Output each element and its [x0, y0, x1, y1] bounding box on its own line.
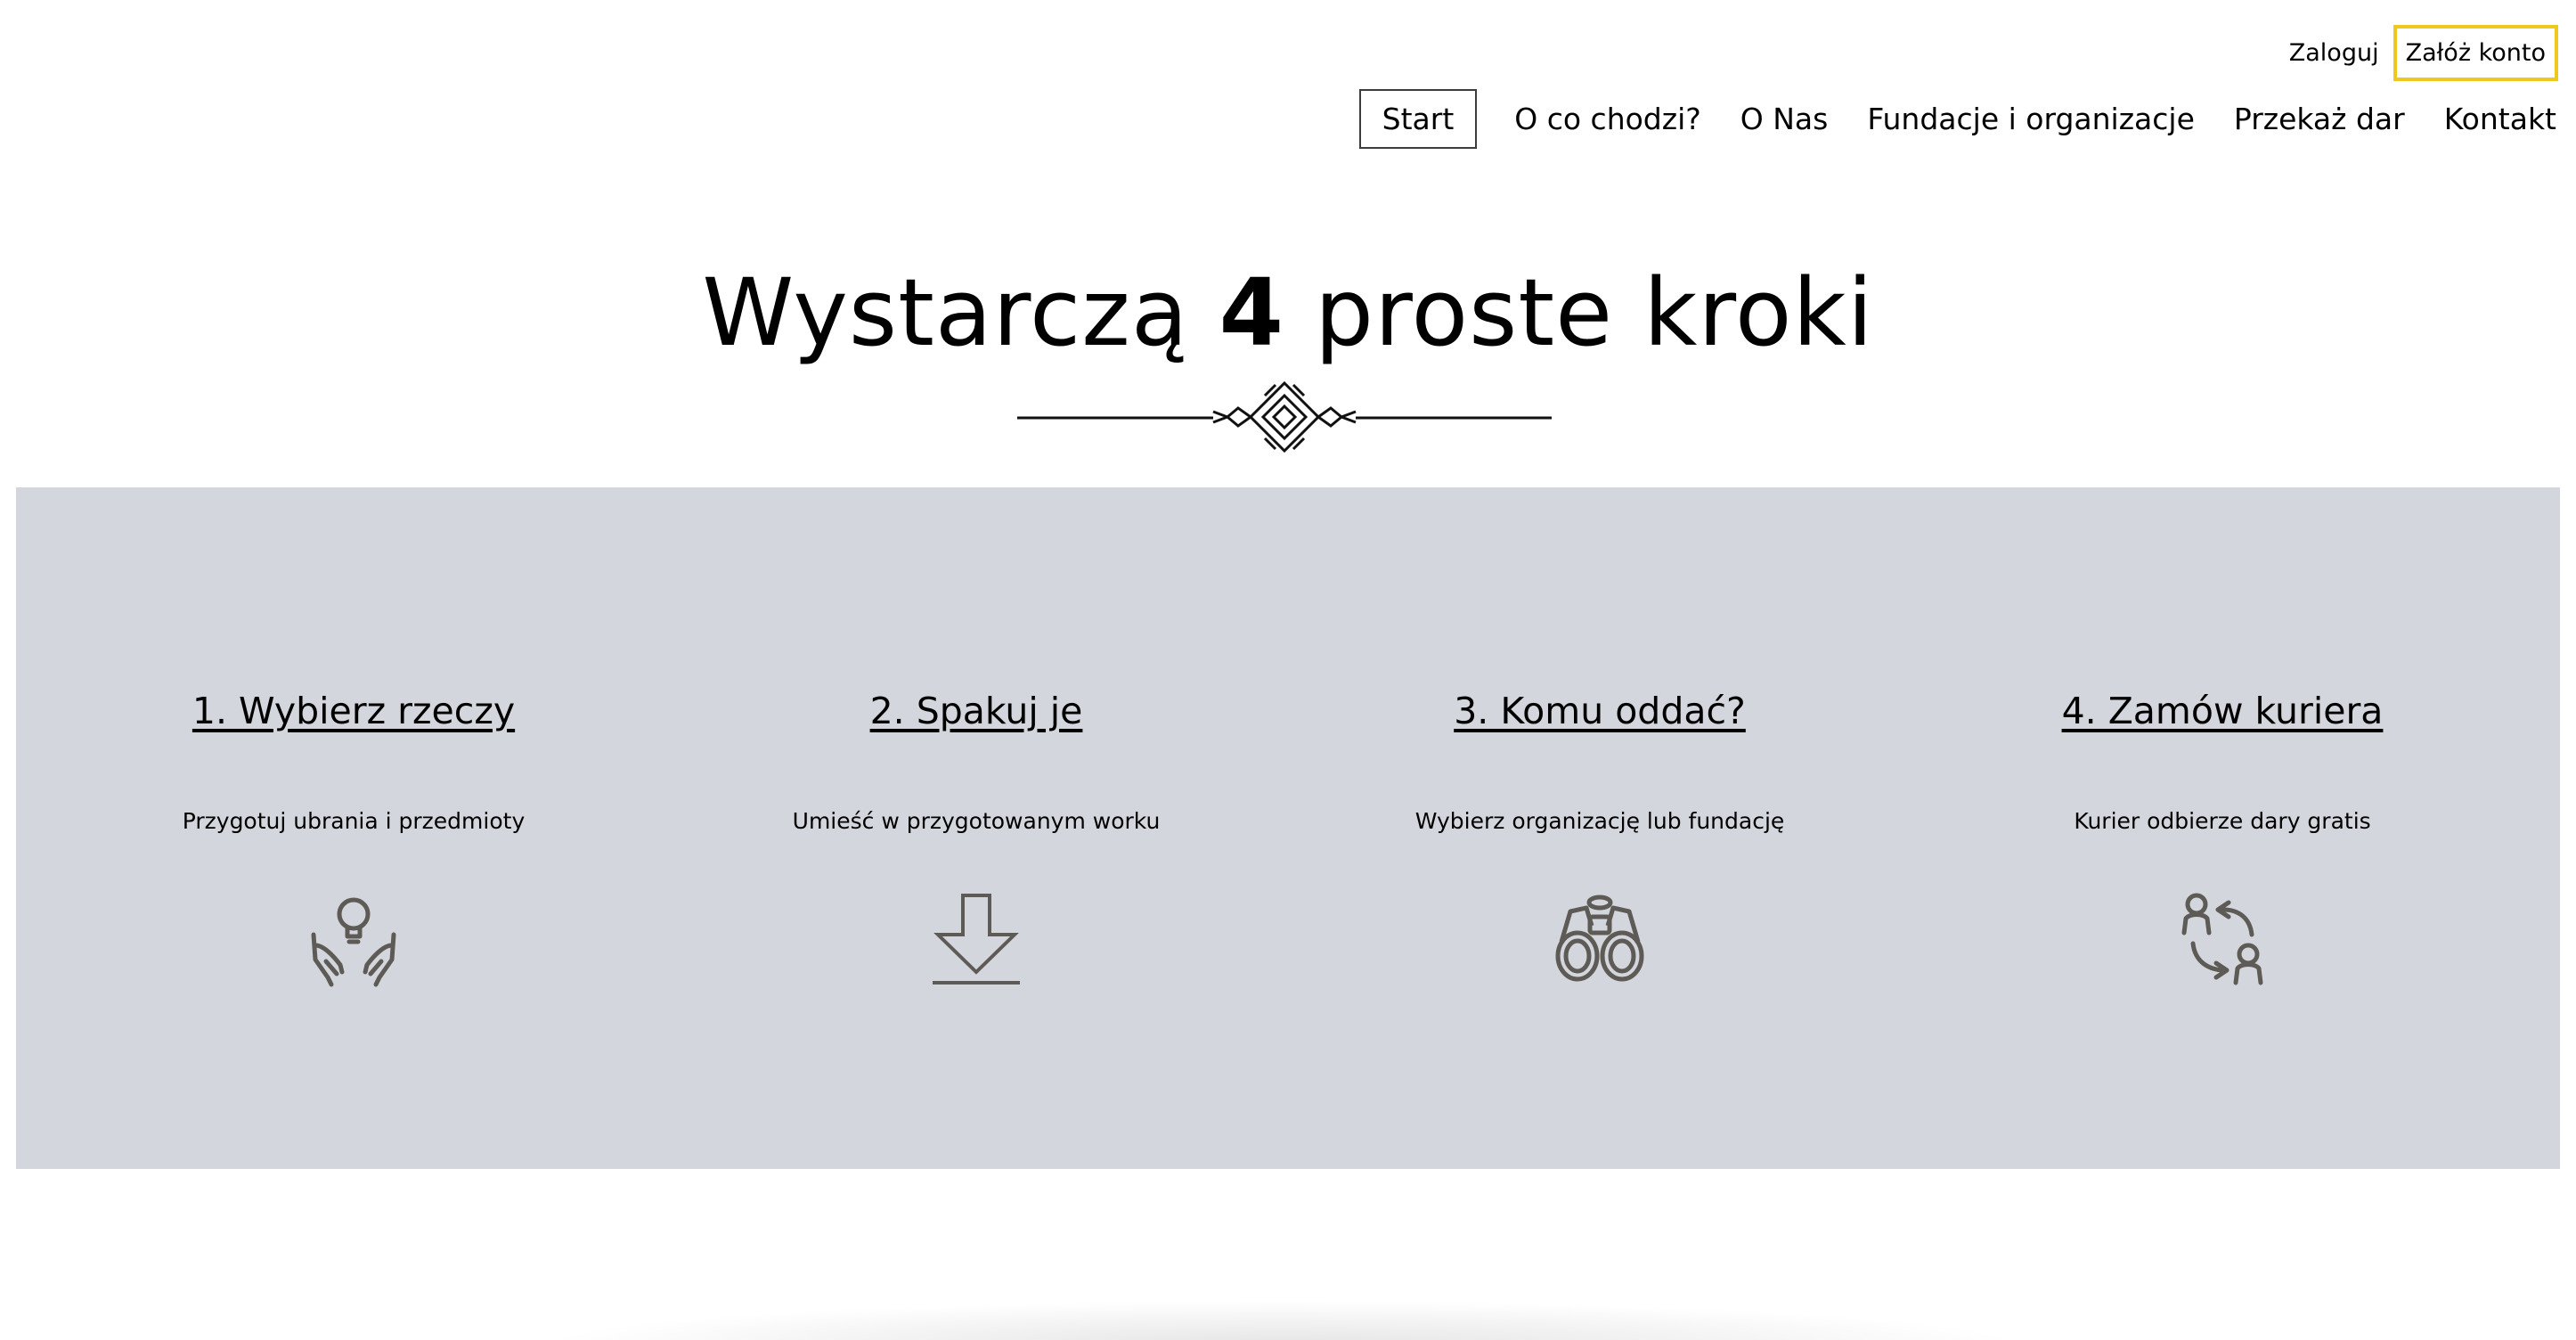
step-1-title[interactable]: 1. Wybierz rzeczy: [42, 690, 665, 732]
binoculars-icon: [1551, 890, 1649, 988]
steps-section: 1. Wybierz rzeczy Przygotuj ubrania i pr…: [16, 487, 2560, 1169]
nav-item-start[interactable]: Start: [1358, 89, 1478, 149]
nav-item-o-co-chodzi[interactable]: O co chodzi?: [1512, 89, 1703, 149]
people-exchange-icon: [2173, 890, 2271, 988]
next-section-shadow: [534, 1301, 2031, 1340]
step-3-description: Wybierz organizację lub fundację: [1414, 808, 1785, 834]
step-1: 1. Wybierz rzeczy Przygotuj ubrania i pr…: [42, 487, 665, 1169]
download-arrow-icon: [927, 890, 1025, 988]
step-3: 3. Komu oddać? Wybierz organizację lub f…: [1288, 487, 1912, 1169]
step-4-title[interactable]: 4. Zamów kuriera: [1911, 690, 2534, 732]
nav-item-kontakt[interactable]: Kontakt: [2442, 89, 2558, 149]
nav-item-fundacje[interactable]: Fundacje i organizacje: [1865, 89, 2197, 149]
nav-item-o-nas[interactable]: O Nas: [1739, 89, 1830, 149]
step-4-description: Kurier odbierze dary gratis: [2074, 808, 2371, 834]
step-1-description: Przygotuj ubrania i przedmioty: [182, 808, 526, 834]
section-heading: Wystarczą 4 proste kroki: [0, 258, 2576, 367]
login-link[interactable]: Zaloguj: [2289, 32, 2379, 74]
heading-number: 4: [1219, 258, 1284, 367]
main-nav: Start O co chodzi? O Nas Fundacje i orga…: [1358, 89, 2558, 149]
step-2-title[interactable]: 2. Spakuj je: [664, 690, 1288, 732]
step-2: 2. Spakuj je Umieść w przygotowanym work…: [664, 487, 1288, 1169]
auth-links: Zaloguj Załóż konto: [2289, 25, 2558, 81]
ornament-divider-icon: [1017, 380, 1552, 453]
step-2-description: Umieść w przygotowanym worku: [792, 808, 1161, 834]
heading-text-after: proste kroki: [1284, 258, 1874, 367]
register-button[interactable]: Załóż konto: [2393, 25, 2558, 81]
step-3-title[interactable]: 3. Komu oddać?: [1288, 690, 1912, 732]
hands-lightbulb-icon: [305, 890, 403, 988]
nav-item-przekaz-dar[interactable]: Przekaż dar: [2232, 89, 2407, 149]
heading-text-before: Wystarczą: [702, 258, 1219, 367]
step-4: 4. Zamów kuriera Kurier odbierze dary gr…: [1911, 487, 2534, 1169]
